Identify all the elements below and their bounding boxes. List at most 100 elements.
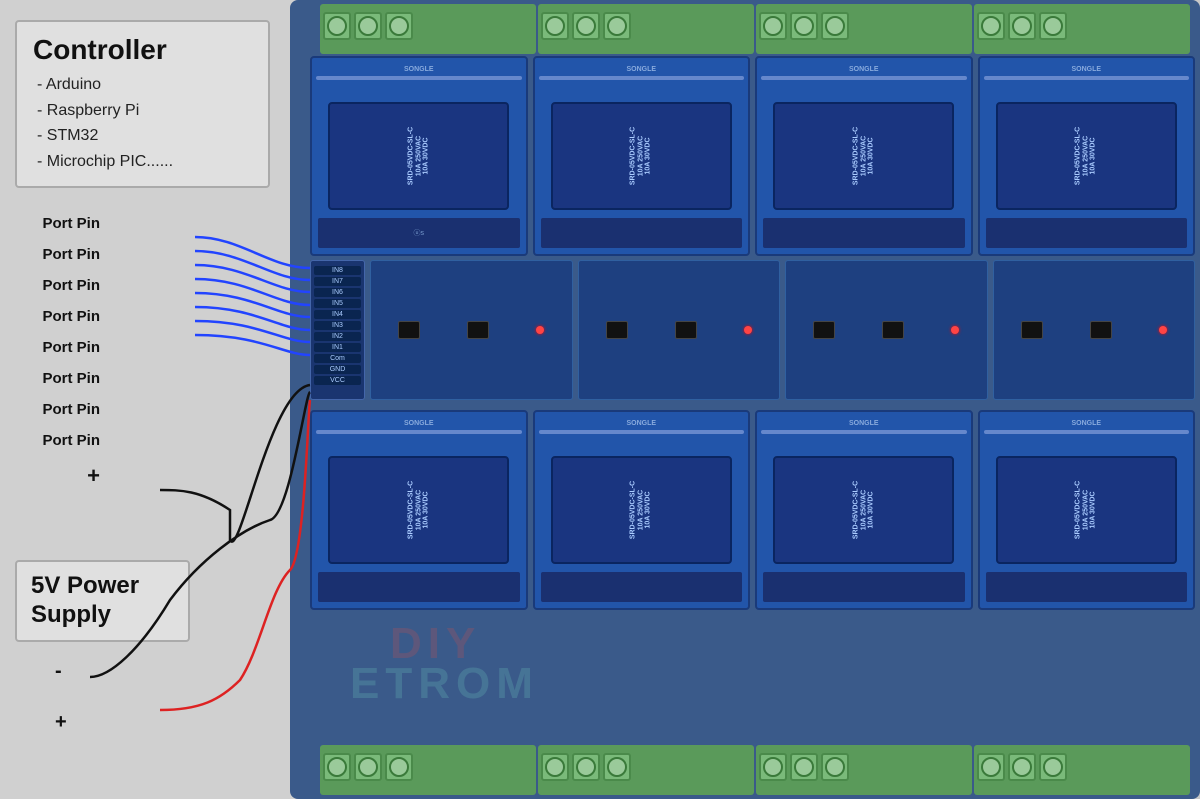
relay-row-bottom: SONGLE SRD-05VDC-SL-C10A 250VAC10A 30VDC… (310, 410, 1195, 610)
relay-4-brand: SONGLE (980, 66, 1194, 73)
power-minus-row: - (55, 660, 85, 683)
terminal-group-2 (538, 4, 754, 54)
circuit-row-1 (370, 260, 573, 400)
relay-1: SONGLE SRD-05VDC-SL-C10A 250VAC10A 30VDC… (310, 56, 528, 256)
relay-4-body: SRD-05VDC-SL-C10A 250VAC10A 30VDC (996, 102, 1177, 210)
screw-7 (759, 12, 787, 40)
ic-chip-6 (882, 321, 904, 339)
port-pin-row-3: Port Pin (10, 277, 290, 294)
relay-5: SONGLE SRD-05VDC-SL-C10A 250VAC10A 30VDC (310, 410, 528, 610)
terminal-strip-bottom (320, 745, 1190, 795)
terminal-strip-top (320, 4, 1190, 54)
relay-3-label: SRD-05VDC-SL-C10A 250VAC10A 30VDC (852, 127, 875, 185)
relay-2: SONGLE SRD-05VDC-SL-C10A 250VAC10A 30VDC (533, 56, 751, 256)
screw-b8 (790, 753, 818, 781)
led-2 (744, 326, 752, 334)
terminal-group-bottom-3 (756, 745, 972, 795)
power-supply-box: 5V PowerSupply (15, 560, 190, 642)
screw-2 (354, 12, 382, 40)
port-pin-label-6: Port Pin (10, 370, 100, 387)
relay-row-top: SONGLE SRD-05VDC-SL-C10A 250VAC10A 30VDC… (310, 56, 1195, 256)
pin-vcc: VCC (314, 376, 361, 385)
relay-7-label: SRD-05VDC-SL-C10A 250VAC10A 30VDC (852, 481, 875, 539)
controller-plus-row: + (10, 463, 290, 489)
controller-item-pic: - Microchip PIC...... (37, 149, 252, 175)
pin-gnd: GND (314, 365, 361, 374)
relay-board: SONGLE SRD-05VDC-SL-C10A 250VAC10A 30VDC… (290, 0, 1200, 799)
relay-7: SONGLE SRD-05VDC-SL-C10A 250VAC10A 30VDC (755, 410, 973, 610)
pin-in5: IN5 (314, 299, 361, 308)
pin-in8: IN8 (314, 266, 361, 275)
terminal-group-3 (756, 4, 972, 54)
left-panel: Controller - Arduino - Raspberry Pi - ST… (0, 0, 300, 799)
screw-b6 (603, 753, 631, 781)
screw-b11 (1008, 753, 1036, 781)
relay-5-label: SRD-05VDC-SL-C10A 250VAC10A 30VDC (407, 481, 430, 539)
controller-box: Controller - Arduino - Raspberry Pi - ST… (15, 20, 270, 188)
ic-chip-3 (606, 321, 628, 339)
screw-b3 (385, 753, 413, 781)
relay-4-label: SRD-05VDC-SL-C10A 250VAC10A 30VDC (1075, 127, 1098, 185)
port-pin-row-5: Port Pin (10, 339, 290, 356)
port-pin-row-2: Port Pin (10, 246, 290, 263)
port-pin-label-7: Port Pin (10, 401, 100, 418)
led-4 (1159, 326, 1167, 334)
relay-2-body: SRD-05VDC-SL-C10A 250VAC10A 30VDC (551, 102, 732, 210)
terminal-group-4 (974, 4, 1190, 54)
pin-in2: IN2 (314, 332, 361, 341)
screw-1 (323, 12, 351, 40)
port-pin-label-1: Port Pin (10, 215, 100, 232)
relay-8-label: SRD-05VDC-SL-C10A 250VAC10A 30VDC (1075, 481, 1098, 539)
power-minus-label: - (55, 660, 85, 683)
relay-3: SONGLE SRD-05VDC-SL-C10A 250VAC10A 30VDC (755, 56, 973, 256)
relay-2-brand: SONGLE (535, 66, 749, 73)
relay-3-body: SRD-05VDC-SL-C10A 250VAC10A 30VDC (773, 102, 954, 210)
port-pin-label-3: Port Pin (10, 277, 100, 294)
screw-b4 (541, 753, 569, 781)
screw-4 (541, 12, 569, 40)
relay-1-body: SRD-05VDC-SL-C10A 250VAC10A 30VDC (328, 102, 509, 210)
screw-b5 (572, 753, 600, 781)
port-pin-row-8: Port Pin (10, 432, 290, 449)
ic-chip-5 (813, 321, 835, 339)
port-pin-row-4: Port Pin (10, 308, 290, 325)
screw-3 (385, 12, 413, 40)
relay-6-label: SRD-05VDC-SL-C10A 250VAC10A 30VDC (630, 481, 653, 539)
relay-8: SONGLE SRD-05VDC-SL-C10A 250VAC10A 30VDC (978, 410, 1196, 610)
screw-6 (603, 12, 631, 40)
power-supply-title: 5V PowerSupply (31, 572, 174, 630)
port-pin-row-6: Port Pin (10, 370, 290, 387)
relay-6-brand: SONGLE (535, 420, 749, 427)
port-pin-label-4: Port Pin (10, 308, 100, 325)
screw-b2 (354, 753, 382, 781)
port-pin-row-7: Port Pin (10, 401, 290, 418)
controller-item-arduino: - Arduino (37, 72, 252, 98)
screw-b1 (323, 753, 351, 781)
screw-10 (977, 12, 1005, 40)
port-pin-label-2: Port Pin (10, 246, 100, 263)
screw-b9 (821, 753, 849, 781)
led-3 (951, 326, 959, 334)
pin-in6: IN6 (314, 288, 361, 297)
terminal-group-bottom-4 (974, 745, 1190, 795)
circuit-row-4 (993, 260, 1196, 400)
pin-com: Com (314, 354, 361, 363)
relay-1-brand: SONGLE (312, 66, 526, 73)
relay-3-brand: SONGLE (757, 66, 971, 73)
screw-b12 (1039, 753, 1067, 781)
relay-7-body: SRD-05VDC-SL-C10A 250VAC10A 30VDC (773, 456, 954, 564)
screw-8 (790, 12, 818, 40)
port-pin-label-8: Port Pin (10, 432, 100, 449)
led-1 (536, 326, 544, 334)
terminal-group-1 (320, 4, 536, 54)
pin-in1: IN1 (314, 343, 361, 352)
screw-9 (821, 12, 849, 40)
screw-5 (572, 12, 600, 40)
relay-6-body: SRD-05VDC-SL-C10A 250VAC10A 30VDC (551, 456, 732, 564)
watermark-red: DIY (390, 619, 481, 669)
screw-b10 (977, 753, 1005, 781)
relay-8-body: SRD-05VDC-SL-C10A 250VAC10A 30VDC (996, 456, 1177, 564)
power-plus-label: + (55, 711, 85, 734)
terminal-group-bottom-2 (538, 745, 754, 795)
input-connector: IN8 IN7 IN6 IN5 IN4 IN3 IN2 IN1 Com GND … (310, 260, 365, 400)
